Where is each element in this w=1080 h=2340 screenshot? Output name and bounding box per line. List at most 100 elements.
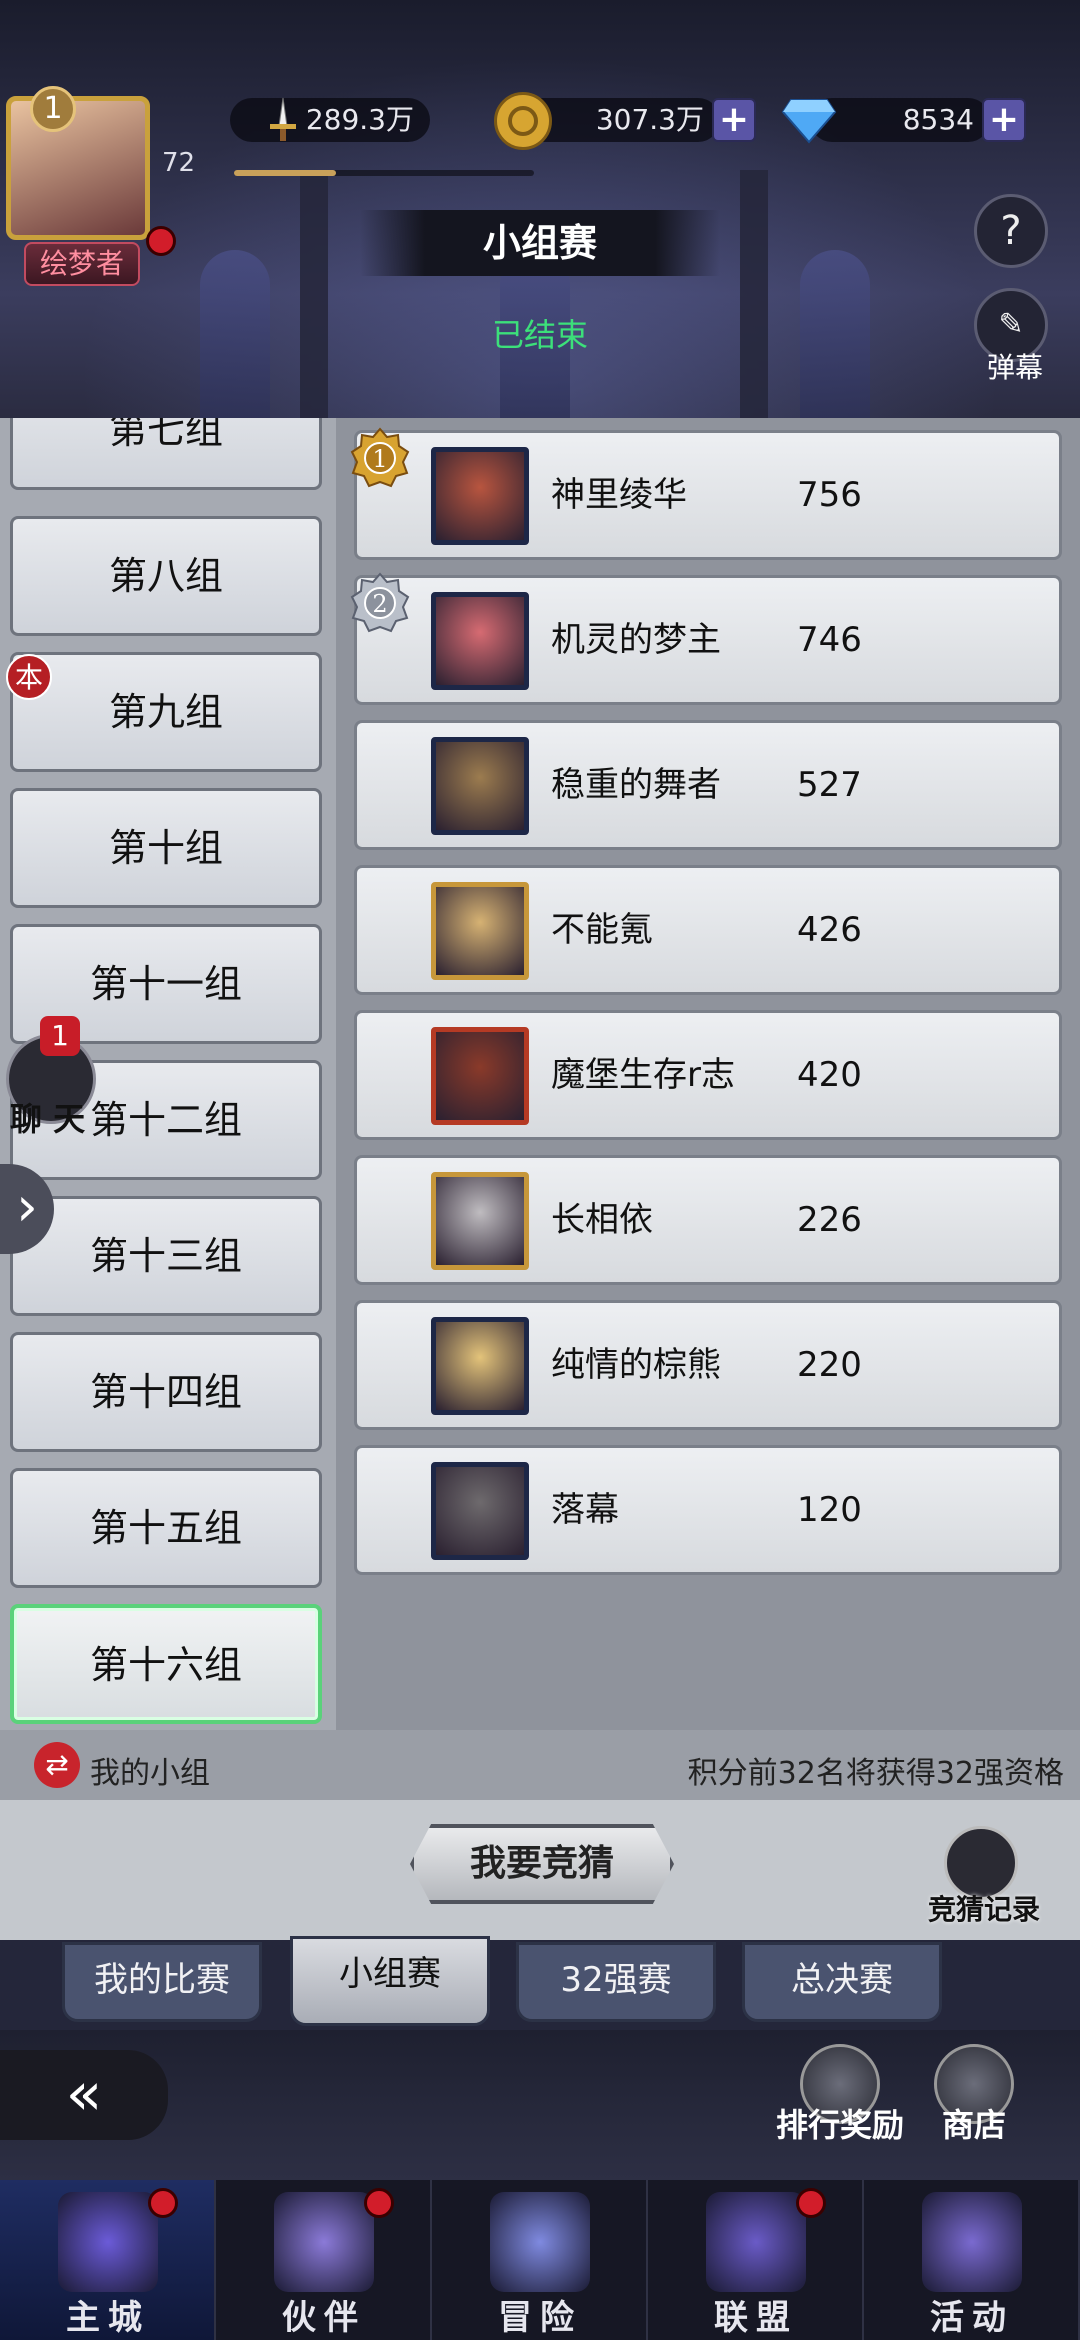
player-avatar[interactable] — [431, 1317, 529, 1415]
group-button[interactable]: 第七组 — [10, 418, 322, 490]
nav-icon — [58, 2192, 158, 2292]
player-score: 426 — [797, 910, 862, 950]
nav-icon — [274, 2192, 374, 2292]
chat-unread-count: 1 — [40, 1016, 80, 1056]
rank-medal-icon: 2 — [349, 572, 411, 634]
nav-label: 伙伴 — [282, 2298, 366, 2338]
add-gold-button[interactable]: + — [712, 98, 756, 142]
group-button[interactable]: 第十五组 — [10, 1468, 322, 1588]
add-diamond-button[interactable]: + — [982, 98, 1026, 142]
group-button[interactable]: 第十组 — [10, 788, 322, 908]
chevron-right-icon: › — [16, 1175, 38, 1238]
player-avatar[interactable] — [431, 882, 529, 980]
player-name: 纯情的棕熊 — [551, 1345, 721, 1385]
castle-pillar — [300, 170, 328, 420]
rank-medal-number: 2 — [372, 590, 387, 618]
ranking-row[interactable]: 1 神里绫华 756 — [350, 427, 1062, 560]
castle-window — [800, 250, 870, 420]
player-name: 不能氪 — [551, 910, 653, 950]
notification-dot — [148, 2188, 178, 2218]
experience-bar — [234, 170, 534, 176]
player-avatar[interactable] — [431, 1027, 529, 1125]
rank-medal-icon: 1 — [349, 427, 411, 489]
diamond-icon — [780, 92, 838, 150]
swap-icon[interactable]: ⇄ — [34, 1742, 80, 1788]
ranking-row[interactable]: 长相依 226 — [354, 1155, 1062, 1285]
player-level: 72 — [162, 148, 196, 178]
danmu-label: 弹幕 — [986, 351, 1043, 384]
tab-finals[interactable]: 总决赛 — [742, 1942, 942, 2022]
guess-button[interactable]: 我要竞猜 — [410, 1824, 674, 1904]
ranking-row[interactable]: 2 机灵的梦主 746 — [350, 572, 1062, 705]
page-title: 小组赛 — [360, 210, 720, 276]
own-group-badge: 本 — [6, 654, 52, 700]
sword-icon — [254, 92, 312, 150]
player-score: 220 — [797, 1345, 862, 1385]
nav-label: 主城 — [66, 2298, 150, 2338]
player-name: 神里绫华 — [551, 475, 687, 515]
player-name: 落幕 — [551, 1490, 619, 1530]
player-vip-badge: 1 — [30, 86, 76, 132]
rank-reward-label[interactable]: 排行奖励 — [760, 2100, 920, 2146]
player-avatar[interactable] — [431, 1462, 529, 1560]
castle-pillar — [740, 170, 768, 420]
player-name: 稳重的舞者 — [551, 765, 721, 805]
player-avatar[interactable] — [431, 447, 529, 545]
player-score: 226 — [797, 1200, 862, 1240]
scroll-icon: ✎ — [998, 307, 1024, 342]
ranking-row[interactable]: 纯情的棕熊 220 — [354, 1300, 1062, 1430]
player-name: 机灵的梦主 — [551, 620, 721, 660]
qualify-note: 积分前32名将获得32强资格 — [687, 1756, 1064, 1791]
nav-item[interactable]: 冒险 — [432, 2180, 648, 2340]
player-avatar[interactable] — [431, 737, 529, 835]
nav-icon — [922, 2192, 1022, 2292]
tab-group-stage[interactable]: 小组赛 — [290, 1936, 490, 2026]
my-group-link[interactable]: 我的小组 — [90, 1748, 210, 1792]
player-score: 527 — [797, 765, 862, 805]
player-avatar[interactable] — [6, 96, 150, 240]
notification-dot — [364, 2188, 394, 2218]
notification-dot — [796, 2188, 826, 2218]
ranking-row[interactable]: 不能氪 426 — [354, 865, 1062, 995]
group-button[interactable]: 第八组 — [10, 516, 322, 636]
player-score: 756 — [797, 475, 862, 515]
gold-coin-icon — [494, 92, 552, 150]
tab-top-32[interactable]: 32强赛 — [516, 1942, 716, 2022]
match-status: 已结束 — [491, 316, 588, 354]
group-button[interactable]: 第十四组 — [10, 1332, 322, 1452]
player-score: 120 — [797, 1490, 862, 1530]
chat-label[interactable]: 聊 天 — [10, 1094, 85, 1140]
group-button[interactable]: 第九组 — [10, 652, 322, 772]
back-arrow-icon: « — [65, 2059, 103, 2129]
player-title-badge[interactable]: 绘梦者 — [24, 242, 140, 286]
group-button[interactable]: 第十三组 — [10, 1196, 322, 1316]
group-button-selected[interactable]: 第十六组 — [10, 1604, 322, 1724]
rank-medal-number: 1 — [372, 445, 387, 473]
nav-item[interactable]: 活动 — [864, 2180, 1080, 2340]
nav-icon — [706, 2192, 806, 2292]
player-name: 长相依 — [551, 1200, 653, 1240]
avatar-notification-dot — [146, 226, 176, 256]
nav-item[interactable]: 伙伴 — [216, 2180, 432, 2340]
ranking-row[interactable]: 魔堡生存r志 420 — [354, 1010, 1062, 1140]
player-name: 魔堡生存r志 — [551, 1055, 735, 1095]
nav-label: 联盟 — [714, 2298, 798, 2338]
nav-label: 活动 — [930, 2298, 1014, 2338]
nav-item[interactable]: 主城 — [0, 2180, 216, 2340]
castle-window — [200, 250, 270, 420]
nav-label: 冒险 — [498, 2298, 582, 2338]
experience-fill — [234, 170, 336, 176]
ranking-list: 1 神里绫华 756 2 机灵的梦主 746 稳重的舞者 527 不能氪 426 魔堡生存r志 420… — [350, 427, 1066, 1720]
guess-record-label[interactable]: 竞猜记录 — [914, 1888, 1054, 1928]
currency-bar: 289.3万 307.3万 + 8534 + — [150, 92, 1026, 150]
nav-item[interactable]: 联盟 — [648, 2180, 864, 2340]
nav-icon — [490, 2192, 590, 2292]
player-avatar[interactable] — [431, 1172, 529, 1270]
shop-label[interactable]: 商店 — [914, 2100, 1034, 2146]
player-avatar[interactable] — [431, 592, 529, 690]
back-button[interactable]: « — [0, 2050, 168, 2140]
tab-my-matches[interactable]: 我的比赛 — [62, 1942, 262, 2022]
ranking-row[interactable]: 落幕 120 — [354, 1445, 1062, 1575]
ranking-row[interactable]: 稳重的舞者 527 — [354, 720, 1062, 850]
help-button[interactable]: ? — [974, 194, 1048, 268]
